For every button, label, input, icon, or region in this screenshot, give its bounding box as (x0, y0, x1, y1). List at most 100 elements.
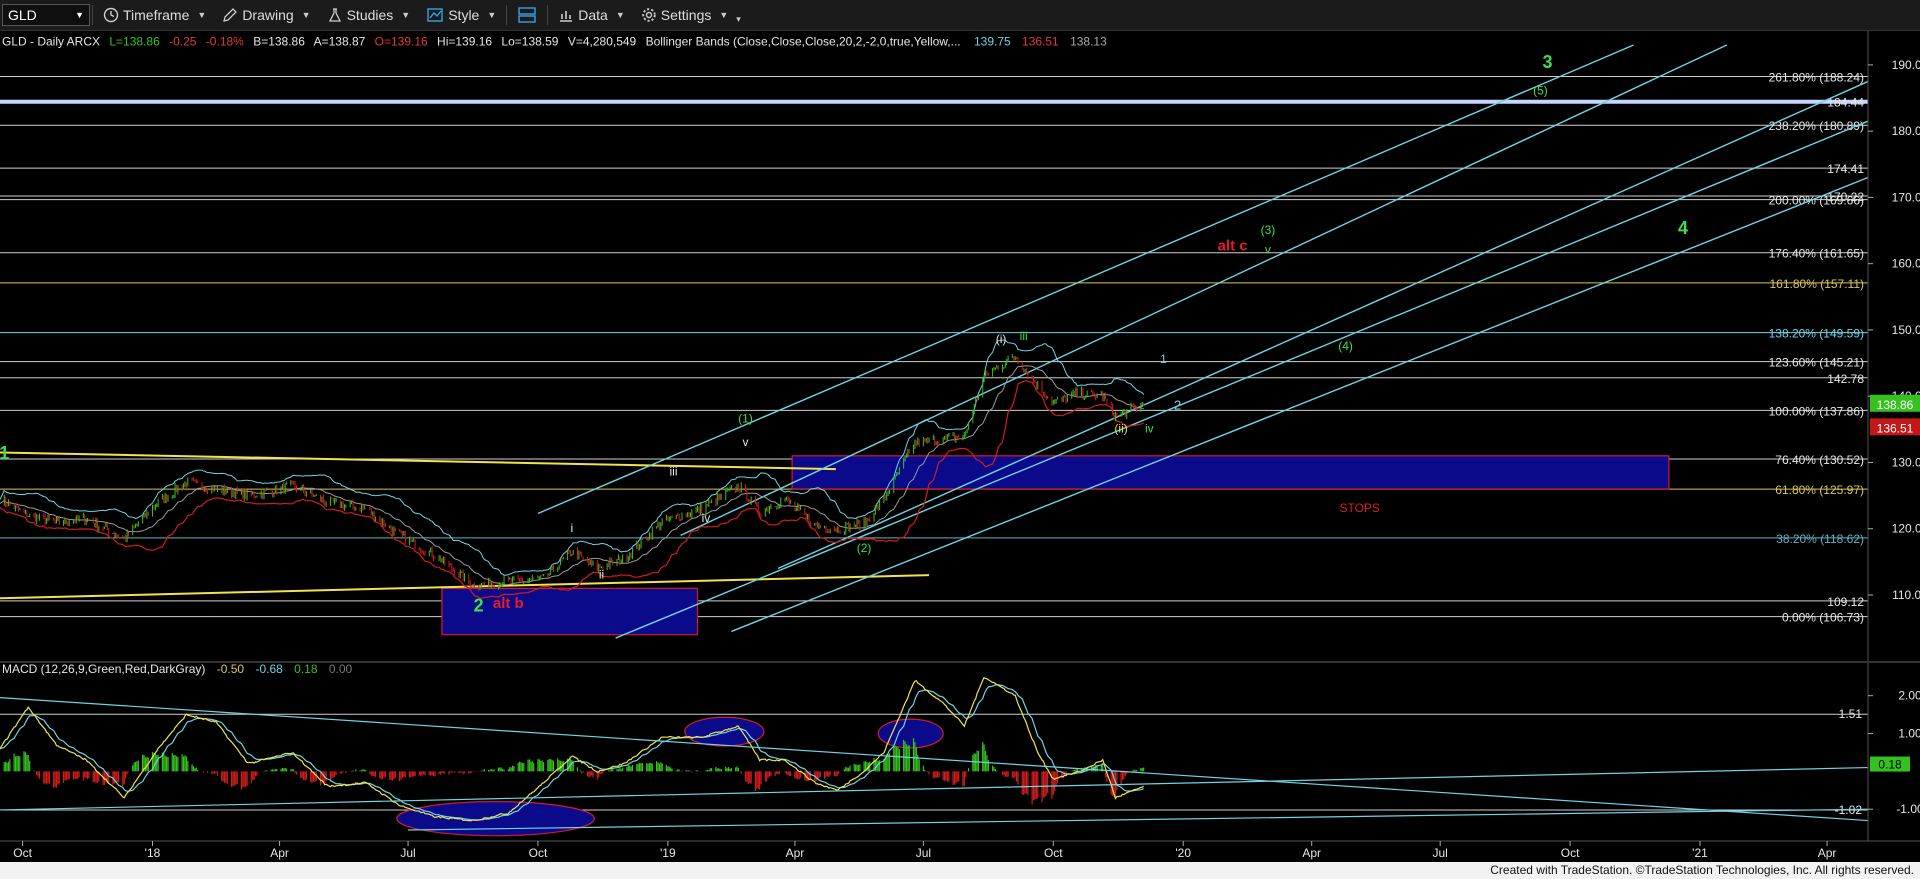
fib-label: 238.20% (180.89) (1769, 119, 1864, 133)
wave-label: alt b (493, 595, 524, 612)
y-tick-label: 130.00 (1892, 455, 1920, 469)
fib-label: 100.00% (137.86) (1769, 404, 1864, 418)
header-pct: -0.18% (206, 35, 244, 49)
chevron-down-icon: ▼ (487, 10, 497, 20)
header-study: Bollinger Bands (Close,Close,Close,20,2,… (646, 35, 961, 49)
macd-y-tick-label: -1.00 (1896, 802, 1920, 816)
settings-label: Settings (660, 7, 712, 23)
y-tick-label: 160.00 (1892, 257, 1920, 271)
wave-label: 2 (474, 596, 484, 616)
symbol-value: GLD (8, 7, 37, 23)
wave-label: iii (1020, 329, 1028, 343)
chart-background (0, 31, 1920, 862)
wave-label: (2) (857, 541, 872, 555)
fib-label: 142.78 (1827, 372, 1864, 386)
x-tick-label: Apr (1818, 846, 1837, 860)
layout-icon (518, 7, 536, 23)
y-tick-label: 110.00 (1892, 588, 1920, 602)
wave-label: i (571, 521, 574, 535)
x-tick-label: '20 (1175, 846, 1191, 860)
gear-icon (642, 8, 656, 22)
header-open: O=139.16 (375, 35, 428, 49)
chart-toolbar: GLD ▼ Timeframe ▼ Drawing ▼ Studies ▼ St… (0, 0, 1920, 31)
wave-label: ii (599, 567, 604, 581)
toolbar-divider (547, 5, 549, 25)
macd-title: MACD (12,26,9,Green,Red,DarkGray) (2, 662, 205, 676)
style-label: Style (448, 7, 480, 23)
chevron-down-icon: ▼ (401, 10, 411, 20)
wave-label: (i) (996, 332, 1007, 346)
macd-header: MACD (12,26,9,Green,Red,DarkGray) -0.50 … (2, 662, 353, 676)
chevron-down-icon: ▼ (301, 10, 311, 20)
x-tick-label: Oct (13, 846, 32, 860)
fib-label: 38.20% (118.62) (1776, 532, 1864, 546)
macd-highlight-ellipse (684, 716, 765, 747)
wave-label: iv (702, 511, 711, 525)
studies-menu[interactable]: Studies ▼ (319, 7, 419, 23)
header-change: -0.25 (169, 35, 197, 49)
macd-value-2: -0.68 (255, 662, 283, 676)
timeframe-menu[interactable]: Timeframe ▼ (95, 7, 214, 23)
drawing-menu[interactable]: Drawing ▼ (214, 7, 318, 23)
wave-label: (1) (738, 412, 753, 426)
symbol-selector[interactable]: GLD ▼ (2, 4, 90, 26)
stop-zone-box (791, 455, 1670, 490)
chart-area[interactable]: 261.80% (188.24) 184.44 238.20% (180.89) 17… (0, 31, 1920, 862)
x-tick-label: Apr (270, 846, 289, 860)
chevron-down-icon: ▼ (719, 10, 729, 20)
fib-label: 161.80% (157.11) (1769, 277, 1864, 291)
y-tick-label: 150.00 (1892, 323, 1920, 337)
data-menu[interactable]: Data ▼ (550, 7, 633, 23)
y-tick-label: 120.00 (1892, 522, 1920, 536)
flask-icon (328, 8, 341, 22)
x-tick-label: Oct (1561, 846, 1580, 860)
macd-y-tick-label: 1.00 (1898, 727, 1920, 741)
wave-label: v (743, 435, 749, 449)
fib-label: 261.80% (188.24) (1769, 71, 1864, 85)
drawing-label: Drawing (242, 7, 294, 23)
header-ask: A=138.87 (314, 35, 366, 49)
x-tick-label: '21 (1692, 846, 1708, 860)
x-tick-label: Oct (1044, 846, 1063, 860)
style-menu[interactable]: Style ▼ (418, 7, 504, 23)
y-tick-label: 190.00 (1892, 58, 1920, 72)
header-title: GLD - Daily ARCX (2, 35, 100, 49)
x-tick-label: '18 (145, 846, 161, 860)
header-last: L=138.86 (109, 35, 160, 49)
macd-highlight-ellipse (396, 801, 596, 837)
fib-label: 138.20% (149.59) (1769, 327, 1864, 341)
wave-label: 1 (0, 443, 9, 463)
more-caret-icon: ▾ (736, 13, 741, 24)
chevron-down-icon: ▼ (75, 10, 84, 20)
x-tick-label: '19 (660, 846, 676, 860)
x-tick-label: Jul (400, 846, 415, 860)
footer-copyright: Created with TradeStation. ©TradeStation… (0, 862, 1920, 879)
toolbar-divider (506, 5, 508, 25)
header-bb-lower: 136.51 (1022, 35, 1059, 49)
wave-label: 4 (1678, 218, 1688, 238)
y-tick-label: 170.00 (1892, 190, 1920, 204)
fib-label: 200.00% (169.66) (1769, 194, 1864, 208)
wave-label: 1 (1160, 352, 1167, 366)
y-tick-label: 180.00 (1892, 124, 1920, 138)
x-tick-label: Apr (1302, 846, 1321, 860)
settings-menu[interactable]: Settings ▼ ▾ (633, 6, 749, 25)
layout-button[interactable] (509, 6, 545, 24)
chart-canvas[interactable]: 261.80% (188.24)184.44238.20% (180.89)17… (0, 31, 1920, 862)
timeframe-label: Timeframe (123, 7, 190, 23)
bar-chart-icon (560, 11, 573, 22)
wave-label: (5) (1533, 84, 1548, 98)
x-tick-label: Apr (786, 846, 805, 860)
chevron-down-icon: ▼ (197, 10, 207, 20)
data-label: Data (578, 7, 608, 23)
fib-label: 61.80% (125.97) (1775, 483, 1864, 497)
last-price-label: 138.86 (1877, 398, 1914, 412)
studies-label: Studies (346, 7, 394, 23)
fib-label: 76.40% (130.52) (1775, 453, 1864, 467)
wave-label: 2 (1174, 397, 1181, 412)
header-high: Hi=139.16 (437, 35, 492, 49)
style-icon (427, 8, 443, 22)
macd-level-label: 1.51 (1839, 707, 1863, 721)
macd-value-1: -0.50 (217, 662, 245, 676)
header-volume: V=4,280,549 (568, 35, 637, 49)
